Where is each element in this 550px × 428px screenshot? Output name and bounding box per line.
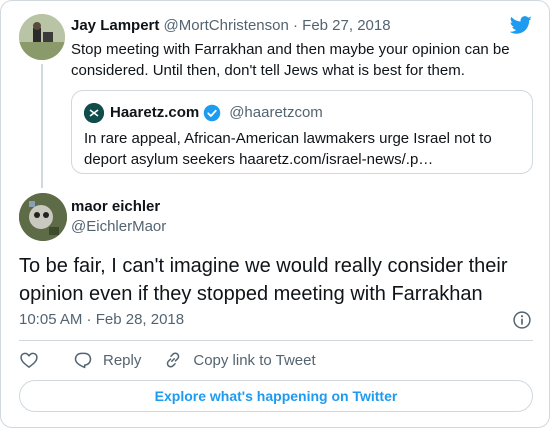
main-tweet-text: To be fair, I can't imagine we would rea… [19,255,508,305]
parent-author-handle[interactable]: @MortChristenson [164,17,289,34]
copy-link-label: Copy link to Tweet [193,351,316,369]
explore-twitter-button[interactable]: Explore what's happening on Twitter [19,380,533,412]
main-author-handle[interactable]: @EichlerMaor [71,217,166,237]
quoted-tweet[interactable]: Haaretz.com @haaretzcom In rare appeal, … [71,90,533,174]
reply-label: Reply [103,351,142,369]
twitter-bird-icon[interactable] [509,14,533,36]
quoted-tweet-text: In rare appeal, African-American lawmake… [84,130,492,168]
parent-tweet-text: Stop meeting with Farrakhan and then may… [71,41,510,79]
divider [19,340,533,341]
quoted-author-name: Haaretz.com [110,104,200,121]
reply-button[interactable]: Reply [73,350,141,370]
link-icon [167,352,180,368]
parent-avatar[interactable] [19,14,65,60]
embedded-tweet-card: Jay Lampert @MortChristenson · Feb 27, 2… [0,0,550,428]
parent-author-name[interactable]: Jay Lampert [71,17,159,34]
verified-badge-icon [203,104,221,122]
parent-tweet-header: Jay Lampert @MortChristenson · Feb 27, 2… [71,16,391,36]
info-icon[interactable] [512,310,532,330]
reply-bubble-icon [74,352,92,369]
haaretz-logo-icon [84,103,104,123]
main-author-name[interactable]: maor eichler [71,197,160,217]
main-avatar[interactable] [19,193,67,241]
heart-icon [20,352,38,368]
tweet-timestamp[interactable]: 10:05 AM · Feb 28, 2018 [19,310,184,330]
quoted-author-handle: @haaretzcom [229,104,323,121]
copy-link-button[interactable]: Copy link to Tweet [163,350,316,370]
parent-separator: · [293,17,298,34]
like-button[interactable] [19,350,39,370]
quoted-tweet-header: Haaretz.com @haaretzcom [84,103,323,123]
tweet-actions: Reply Copy link to Tweet [19,348,338,372]
parent-date[interactable]: Feb 27, 2018 [302,17,390,34]
thread-connector-line [41,64,43,188]
